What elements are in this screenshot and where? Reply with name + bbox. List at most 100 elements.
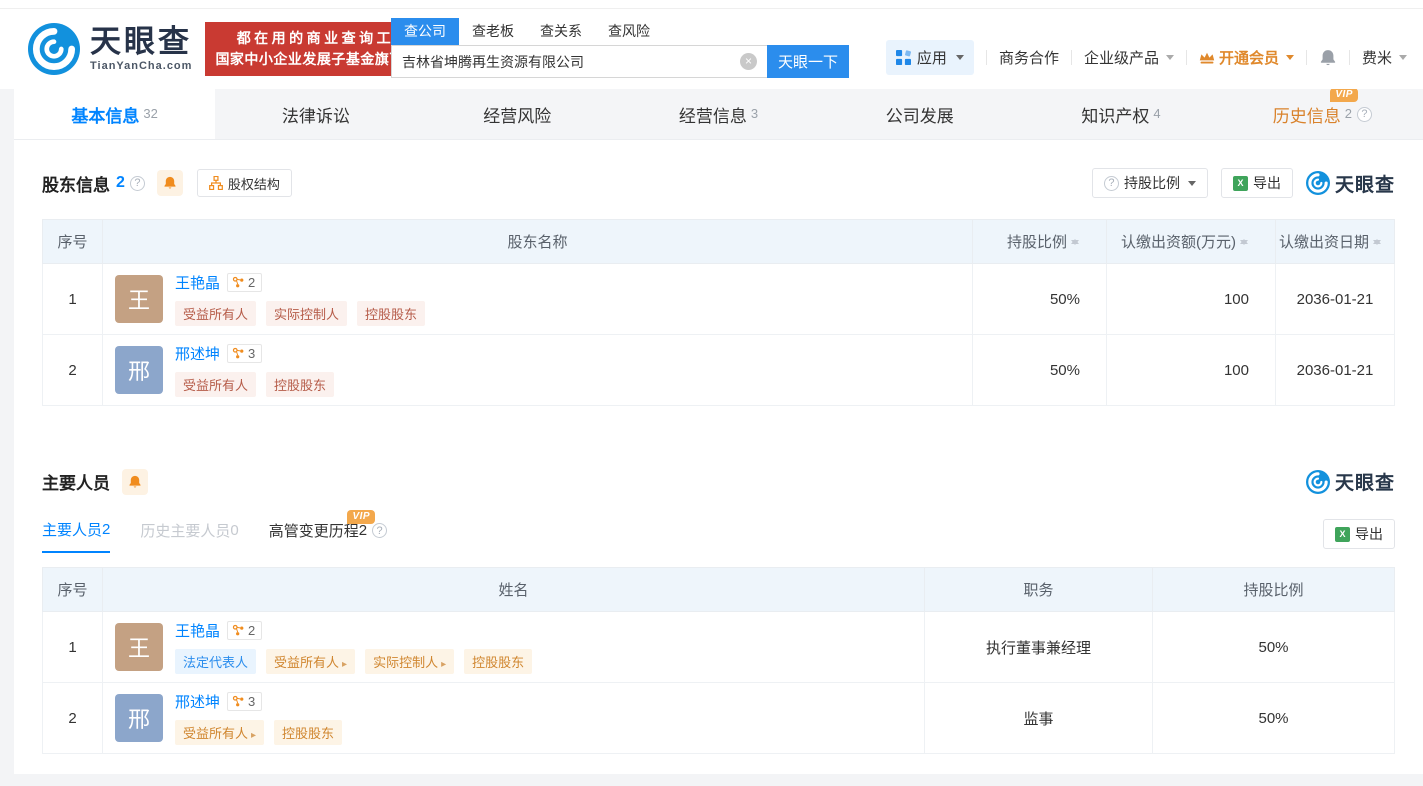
- person-name-link[interactable]: 邢述坤: [175, 691, 220, 712]
- date-cell: 2036-01-21: [1276, 264, 1395, 335]
- position-cell: 执行董事兼经理: [925, 612, 1153, 683]
- role-tag: 控股股东: [357, 301, 425, 326]
- role-tag: 受益所有人: [175, 301, 256, 326]
- graph-icon: [232, 695, 245, 708]
- col-header-ratio: 持股比例: [1153, 568, 1395, 612]
- shareholders-title: 股东信息: [42, 171, 110, 196]
- col-header-position: 职务: [925, 568, 1153, 612]
- graph-icon: [232, 347, 245, 360]
- role-tag: 控股股东: [266, 372, 334, 397]
- amount-cell: 100: [1107, 335, 1276, 406]
- tab-history-info[interactable]: 历史信息2 VIP ?: [1222, 89, 1423, 139]
- table-row: 1 王 王艳晶: [43, 612, 1395, 683]
- clear-icon[interactable]: ×: [740, 53, 757, 70]
- shareholder-cell: 邢 邢述坤: [103, 335, 973, 406]
- index-cell: 2: [43, 335, 103, 406]
- nav-cooperation[interactable]: 商务合作: [999, 47, 1059, 68]
- tab-company-development[interactable]: 公司发展: [819, 89, 1020, 139]
- subscribe-bell-icon[interactable]: [157, 170, 183, 196]
- personnel-table: 序号 姓名 职务 持股比例 1 王 王艳晶: [42, 567, 1395, 754]
- equity-structure-button[interactable]: 股权结构: [197, 169, 292, 197]
- role-tag: 控股股东: [274, 720, 342, 745]
- shareholder-name-link[interactable]: 王艳晶: [175, 272, 220, 293]
- help-icon[interactable]: ?: [130, 176, 145, 191]
- ratio-cell: 50%: [1153, 683, 1395, 754]
- search-input[interactable]: [391, 45, 767, 78]
- subtab-key-personnel[interactable]: 主要人员2: [42, 519, 110, 553]
- graph-icon: [232, 624, 245, 637]
- col-header-amount-sortable[interactable]: 认缴出资额(万元): [1107, 220, 1276, 264]
- table-row: 2 邢 邢述坤: [43, 683, 1395, 754]
- excel-icon: X: [1233, 176, 1248, 191]
- site-logo[interactable]: 天眼查 TianYanCha.com: [28, 23, 192, 75]
- notification-bell-icon[interactable]: [1319, 49, 1337, 67]
- subtab-executive-changes[interactable]: 高管变更历程2 VIP ?: [269, 520, 387, 552]
- header-nav: 应用 商务合作 企业级产品 开通会员 费米: [886, 40, 1407, 75]
- index-cell: 2: [43, 683, 103, 754]
- date-cell: 2036-01-21: [1276, 335, 1395, 406]
- help-icon[interactable]: ?: [1357, 107, 1372, 122]
- shareholders-count: 2: [116, 174, 125, 192]
- search-tab-relation[interactable]: 查关系: [527, 18, 595, 45]
- person-name-link[interactable]: 王艳晶: [175, 620, 220, 641]
- apps-grid-icon: [896, 50, 911, 65]
- shareholder-cell: 王 王艳晶: [103, 264, 973, 335]
- table-row: 2 邢 邢述坤: [43, 335, 1395, 406]
- index-cell: 1: [43, 264, 103, 335]
- logo-title: 天眼查: [90, 26, 192, 57]
- export-button[interactable]: X 导出: [1221, 168, 1293, 198]
- table-row: 1 王 王艳晶: [43, 264, 1395, 335]
- role-tag: 实际控制人: [266, 301, 347, 326]
- apps-menu-button[interactable]: 应用: [886, 40, 974, 75]
- relations-badge[interactable]: 3: [227, 344, 262, 363]
- role-tag[interactable]: 受益所有人: [175, 720, 264, 745]
- excel-icon: X: [1335, 527, 1350, 542]
- help-icon: ?: [1104, 176, 1119, 191]
- avatar[interactable]: 王: [115, 623, 163, 671]
- shareholder-name-link[interactable]: 邢述坤: [175, 343, 220, 364]
- role-tag[interactable]: 实际控制人: [365, 649, 454, 674]
- legal-rep-tag[interactable]: 法定代表人: [175, 649, 256, 674]
- role-tag[interactable]: 受益所有人: [266, 649, 355, 674]
- person-cell: 邢 邢述坤: [103, 683, 925, 754]
- top-strip: [0, 0, 1423, 9]
- ratio-filter-button[interactable]: ? 持股比例: [1092, 168, 1208, 198]
- tianyancha-watermark: 天眼查: [1306, 170, 1395, 197]
- crown-icon: [1199, 51, 1215, 65]
- position-cell: 监事: [925, 683, 1153, 754]
- ratio-cell: 50%: [1153, 612, 1395, 683]
- sort-icon: [1240, 235, 1249, 249]
- col-header-date-sortable[interactable]: 认缴出资日期: [1276, 220, 1395, 264]
- tab-business-info[interactable]: 经营信息3: [618, 89, 819, 139]
- tab-basic-info[interactable]: 基本信息32: [14, 89, 215, 139]
- subscribe-bell-icon[interactable]: [122, 469, 148, 495]
- role-tag: 控股股东: [464, 649, 532, 674]
- vip-badge: VIP: [347, 510, 375, 524]
- export-button[interactable]: X 导出: [1323, 519, 1395, 549]
- divider: [986, 50, 987, 65]
- search-button[interactable]: 天眼一下: [767, 45, 849, 78]
- nav-enterprise[interactable]: 企业级产品: [1084, 47, 1174, 68]
- search-tab-risk[interactable]: 查风险: [595, 18, 663, 45]
- nav-vip-membership[interactable]: 开通会员: [1199, 47, 1294, 68]
- amount-cell: 100: [1107, 264, 1276, 335]
- search-tab-boss[interactable]: 查老板: [459, 18, 527, 45]
- relations-badge[interactable]: 2: [227, 621, 262, 640]
- tab-legal-proceedings[interactable]: 法律诉讼: [215, 89, 416, 139]
- search-tab-company[interactable]: 查公司: [391, 18, 459, 45]
- subtab-historical-personnel[interactable]: 历史主要人员0: [140, 520, 238, 552]
- col-header-ratio-sortable[interactable]: 持股比例: [973, 220, 1107, 264]
- help-icon[interactable]: ?: [372, 523, 387, 538]
- search-area: 查公司 查老板 查关系 查风险 × 天眼一下: [391, 18, 849, 78]
- avatar[interactable]: 邢: [115, 694, 163, 742]
- relations-badge[interactable]: 2: [227, 273, 262, 292]
- avatar[interactable]: 邢: [115, 346, 163, 394]
- nav-user-menu[interactable]: 费米: [1362, 47, 1407, 68]
- avatar[interactable]: 王: [115, 275, 163, 323]
- personnel-section: 主要人员 天眼查 主要人员2: [14, 406, 1423, 754]
- tab-intellectual-property[interactable]: 知识产权4: [1020, 89, 1221, 139]
- relations-badge[interactable]: 3: [227, 692, 262, 711]
- person-cell: 王 王艳晶: [103, 612, 925, 683]
- tab-operational-risk[interactable]: 经营风险: [417, 89, 618, 139]
- personnel-title: 主要人员: [42, 469, 110, 494]
